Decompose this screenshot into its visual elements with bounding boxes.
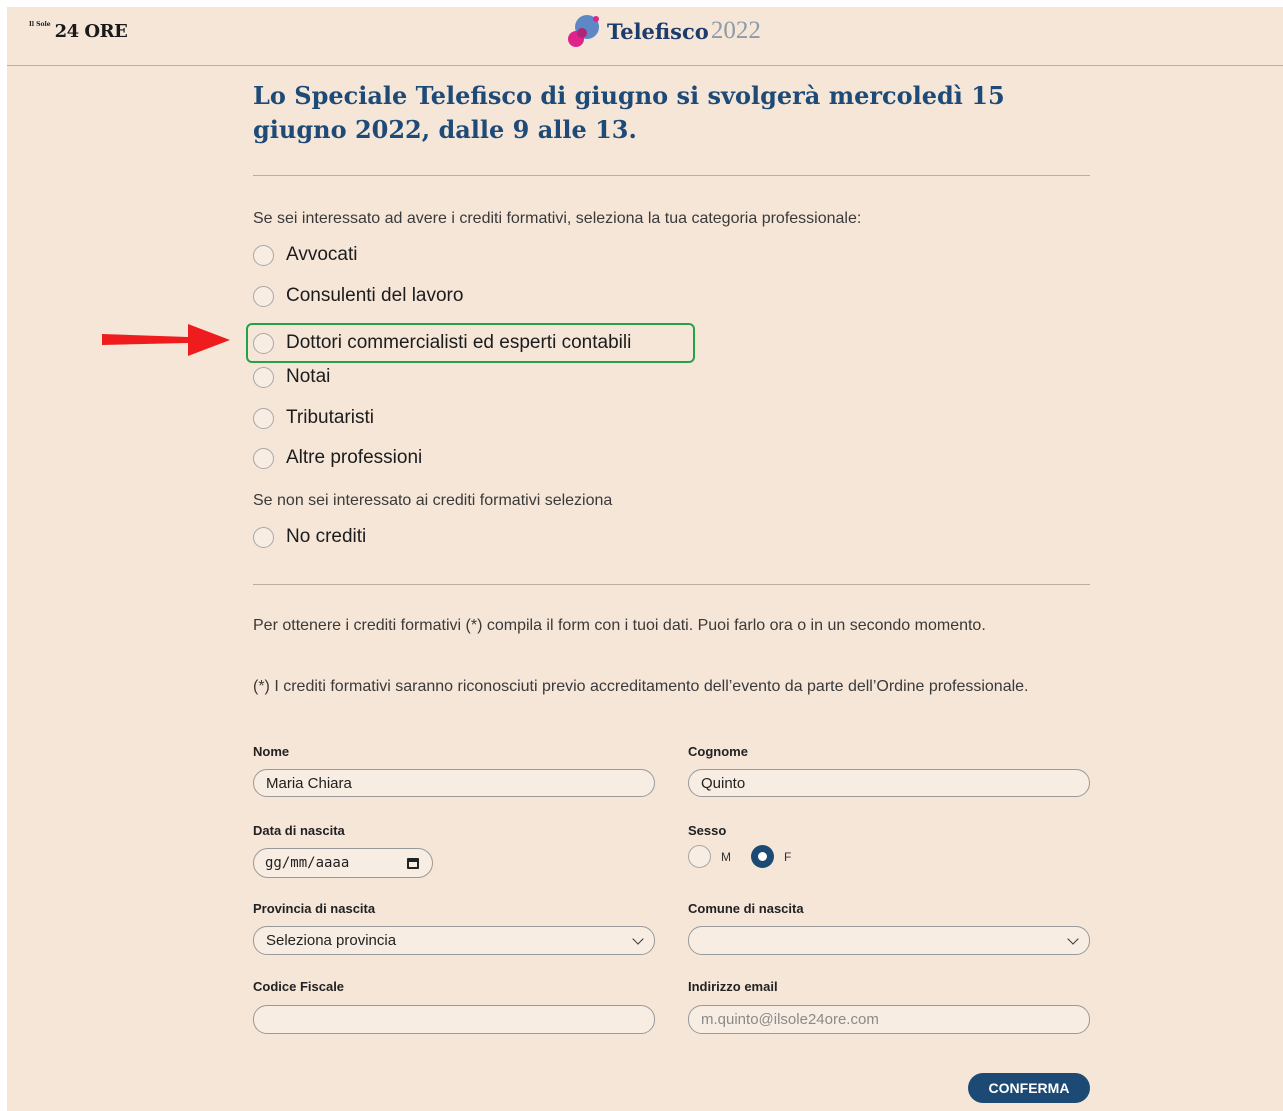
sesso-label: Sesso xyxy=(688,823,727,838)
credits-prompt: Se sei interessato ad avere i crediti fo… xyxy=(253,210,862,227)
page-title: Lo Speciale Telefisco di giugno si svolg… xyxy=(253,81,1005,144)
provincia-value: Seleziona provincia xyxy=(266,932,397,949)
info-footnote: (*) I crediti formativi saranno riconosc… xyxy=(253,678,1029,695)
page: Il Sole 24 ORE Telefisco 2022 Lo Speciale … xyxy=(7,7,1283,1111)
chevron-down-icon xyxy=(1067,932,1079,945)
cognome-input[interactable] xyxy=(688,769,1090,797)
email-label: Indirizzo email xyxy=(688,979,778,994)
radio-consulenti-del-lavoro[interactable]: Consulenti del lavoro xyxy=(253,280,463,312)
chevron-down-icon xyxy=(632,932,644,945)
logo-text: 24 ORE xyxy=(54,21,128,42)
radio-label: Notai xyxy=(286,366,331,387)
red-arrow-icon xyxy=(102,324,230,356)
logo-superscript: Il Sole xyxy=(29,21,51,28)
radio-button[interactable] xyxy=(253,332,274,354)
radio-button[interactable] xyxy=(253,366,274,388)
radio-label: Altre professioni xyxy=(286,447,423,468)
radio-label: Dottori commercialisti ed esperti contab… xyxy=(286,332,632,353)
provincia-select[interactable]: Seleziona provincia xyxy=(253,926,655,955)
sole-24-ore-logo[interactable]: Il Sole 24 ORE xyxy=(29,21,128,42)
radio-no-crediti[interactable]: No crediti xyxy=(253,521,366,553)
brand-name: Telefisco xyxy=(607,18,709,44)
data-nascita-input[interactable]: gg/mm/aaaa xyxy=(253,848,433,878)
sesso-m-label: M xyxy=(721,849,731,864)
sesso-options: M F xyxy=(688,845,791,868)
sesso-m-radio[interactable] xyxy=(688,845,711,868)
radio-avvocati[interactable]: Avvocati xyxy=(253,239,357,271)
sesso-f-radio[interactable] xyxy=(751,845,774,868)
sesso-f-label: F xyxy=(784,849,792,864)
nome-input[interactable] xyxy=(253,769,655,797)
radio-button[interactable] xyxy=(253,407,274,429)
data-nascita-label: Data di nascita xyxy=(253,823,345,838)
calendar-icon[interactable] xyxy=(407,857,419,869)
radio-label: No crediti xyxy=(286,526,367,547)
date-placeholder: gg/mm/aaaa xyxy=(265,855,350,871)
radio-button[interactable] xyxy=(253,285,274,307)
radio-label: Tributaristi xyxy=(286,407,374,428)
divider xyxy=(253,175,1090,176)
radio-altre-professioni[interactable]: Altre professioni xyxy=(253,442,422,474)
email-input[interactable] xyxy=(688,1005,1090,1034)
radio-notai[interactable]: Notai xyxy=(253,361,330,393)
conferma-button[interactable]: CONFERMA xyxy=(968,1073,1090,1103)
comune-select[interactable] xyxy=(688,926,1090,955)
provincia-label: Provincia di nascita xyxy=(253,901,376,916)
info-paragraph: Per ottenere i crediti formativi (*) com… xyxy=(253,617,986,634)
telefisco-logo-icon xyxy=(568,15,599,47)
no-credits-prompt: Se non sei interessato ai crediti format… xyxy=(253,492,613,509)
divider xyxy=(253,584,1090,585)
radio-button[interactable] xyxy=(253,244,274,266)
header: Il Sole 24 ORE Telefisco 2022 xyxy=(7,7,1283,66)
radio-tributaristi[interactable]: Tributaristi xyxy=(253,402,374,434)
codice-fiscale-label: Codice Fiscale xyxy=(253,979,345,994)
radio-button[interactable] xyxy=(253,526,274,548)
nome-label: Nome xyxy=(253,744,290,759)
radio-label: Consulenti del lavoro xyxy=(286,285,464,306)
comune-label: Comune di nascita xyxy=(688,901,804,916)
telefisco-brand[interactable]: Telefisco 2022 xyxy=(565,11,761,51)
brand-year: 2022 xyxy=(710,17,761,44)
radio-dottori-commercialisti[interactable]: Dottori commercialisti ed esperti contab… xyxy=(253,327,631,359)
cognome-label: Cognome xyxy=(688,744,748,759)
radio-button[interactable] xyxy=(253,447,274,469)
radio-label: Avvocati xyxy=(286,244,358,265)
codice-fiscale-input[interactable] xyxy=(253,1005,655,1034)
